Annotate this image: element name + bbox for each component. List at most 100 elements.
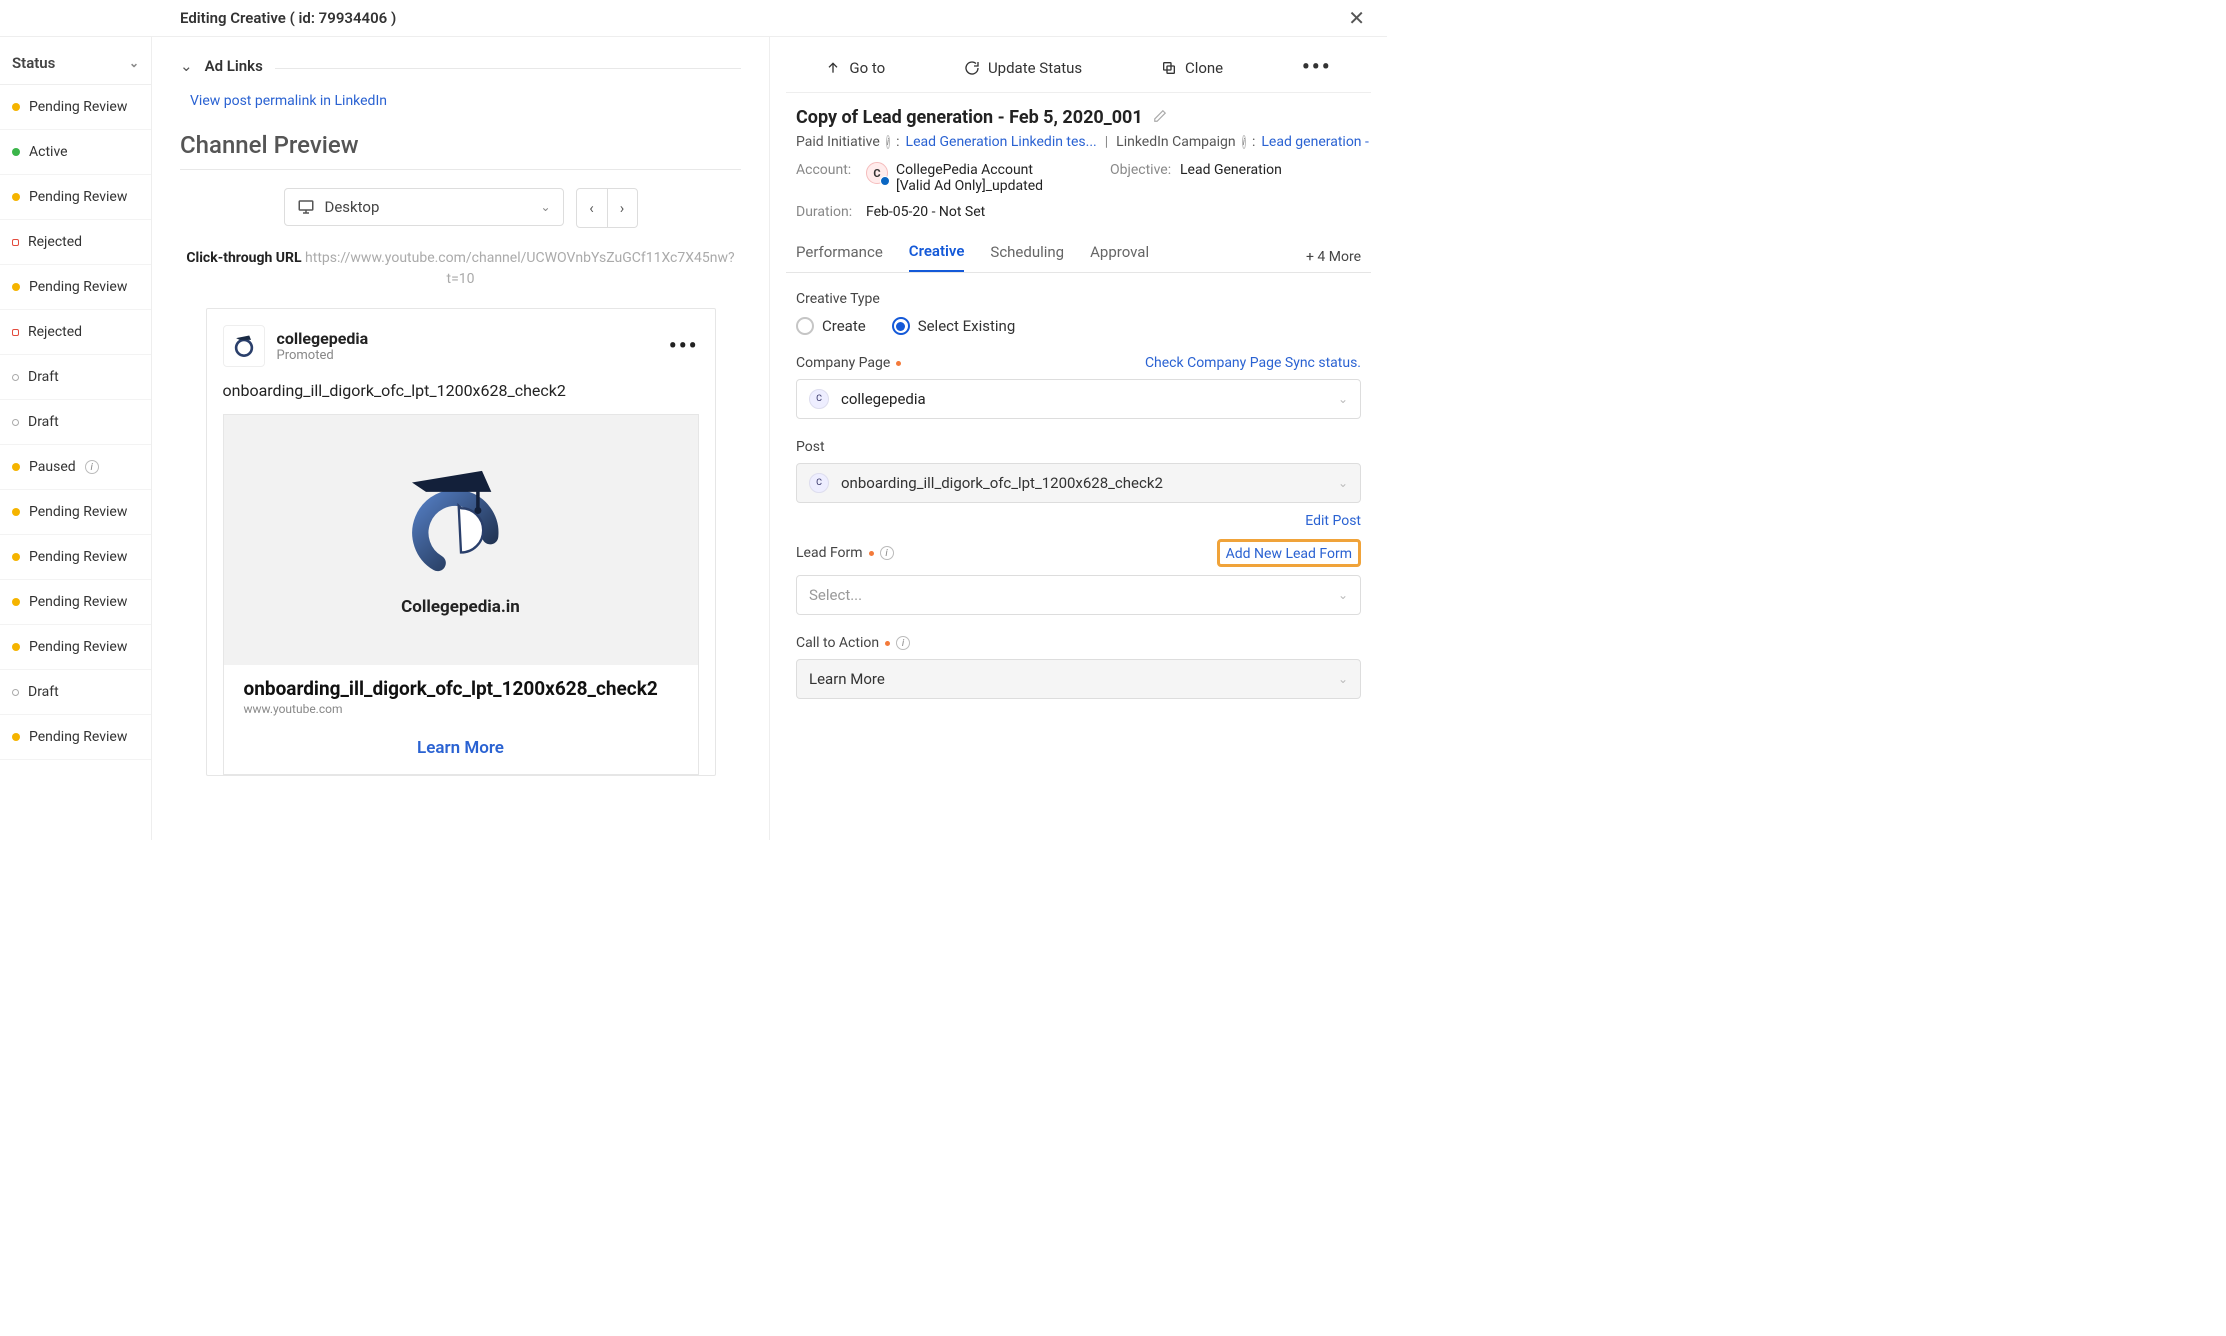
clone-button[interactable]: Clone [1161, 59, 1223, 77]
status-dot-icon [12, 329, 19, 336]
info-icon[interactable]: i [886, 135, 890, 149]
status-row[interactable]: Pending Review [0, 580, 151, 625]
goto-label: Go to [849, 59, 885, 77]
required-dot-icon [869, 551, 874, 556]
tab-creative[interactable]: Creative [909, 242, 965, 272]
chevron-down-icon[interactable]: ⌄ [180, 57, 193, 75]
objective-label: Objective: [1110, 162, 1172, 178]
add-lead-form-link[interactable]: Add New Lead Form [1226, 546, 1352, 562]
device-select-value: Desktop [325, 198, 380, 216]
status-dot-icon [12, 239, 19, 246]
company-page-value: collegepedia [841, 390, 926, 408]
lead-form-select[interactable]: Select... ⌄ [796, 575, 1361, 615]
status-row[interactable]: Draft [0, 355, 151, 400]
status-dot-icon [12, 733, 20, 741]
crumb-link-pi[interactable]: Lead Generation Linkedin tes... [906, 134, 1097, 150]
radio-existing-label: Select Existing [918, 317, 1016, 335]
status-row[interactable]: Pending Review [0, 85, 151, 130]
radio-create[interactable]: Create [796, 317, 866, 335]
info-icon[interactable]: i [85, 460, 99, 474]
prev-button[interactable]: ‹ [577, 189, 607, 227]
info-icon[interactable]: i [880, 546, 894, 560]
edit-post-link[interactable]: Edit Post [1305, 513, 1361, 529]
status-column-header[interactable]: Status ⌄ [0, 37, 151, 85]
status-row[interactable]: Pending Review [0, 625, 151, 670]
status-row[interactable]: Pausedi [0, 445, 151, 490]
required-dot-icon [896, 361, 901, 366]
post-value: onboarding_ill_digork_ofc_lpt_1200x628_c… [841, 474, 1163, 492]
edit-title-icon[interactable] [1153, 109, 1167, 127]
status-dot-icon [12, 419, 19, 426]
tab-approval[interactable]: Approval [1090, 243, 1149, 271]
device-select[interactable]: Desktop ⌄ [284, 188, 564, 226]
tabs-more[interactable]: + 4 More [1306, 249, 1361, 265]
status-row[interactable]: Pending Review [0, 535, 151, 580]
status-dot-icon [12, 103, 20, 111]
post-label: Post [796, 439, 825, 455]
promoted-label: Promoted [277, 348, 369, 363]
page-icon: C [809, 473, 829, 493]
info-icon[interactable]: i [896, 636, 910, 650]
status-label: Rejected [28, 234, 82, 250]
linkedin-badge-icon [880, 176, 890, 186]
status-row[interactable]: Pending Review [0, 265, 151, 310]
radio-select-existing[interactable]: Select Existing [892, 317, 1016, 335]
company-page-select[interactable]: C collegepedia ⌄ [796, 379, 1361, 419]
permalink-link[interactable]: View post permalink in LinkedIn [180, 93, 741, 127]
lead-form-placeholder: Select... [809, 586, 862, 604]
tab-performance[interactable]: Performance [796, 243, 883, 271]
post-card-domain: www.youtube.com [244, 702, 678, 716]
channel-preview-heading: Channel Preview [180, 127, 741, 169]
status-label: Pending Review [29, 279, 127, 295]
status-row[interactable]: Rejected [0, 220, 151, 265]
desktop-icon [297, 198, 315, 216]
account-avatar: C [866, 162, 888, 184]
goto-button[interactable]: Go to [825, 59, 885, 77]
crumb-link-lc[interactable]: Lead generation - Fe... [1261, 134, 1371, 150]
status-row[interactable]: Pending Review [0, 715, 151, 760]
update-status-label: Update Status [988, 59, 1082, 77]
chevron-down-icon: ⌄ [1338, 588, 1348, 602]
tab-scheduling[interactable]: Scheduling [990, 243, 1064, 271]
status-label: Pending Review [29, 504, 127, 520]
post-card-title: onboarding_ill_digork_ofc_lpt_1200x628_c… [244, 677, 678, 700]
info-icon[interactable]: i [1242, 135, 1246, 149]
divider [180, 169, 741, 170]
cta-select[interactable]: Learn More ⌄ [796, 659, 1361, 699]
close-icon[interactable]: ✕ [1348, 6, 1365, 30]
status-row[interactable]: Pending Review [0, 175, 151, 220]
status-row[interactable]: Rejected [0, 310, 151, 355]
update-status-button[interactable]: Update Status [964, 59, 1082, 77]
radio-icon [892, 317, 910, 335]
status-label: Pending Review [29, 594, 127, 610]
breadcrumb: Paid Initiative i : Lead Generation Link… [786, 134, 1371, 162]
duration-value: Feb-05-20 - Not Set [866, 204, 985, 220]
crumb-label-lc: LinkedIn Campaign [1116, 134, 1235, 150]
status-row[interactable]: Draft [0, 400, 151, 445]
status-label: Pending Review [29, 99, 127, 115]
post-cta-button[interactable]: Learn More [224, 722, 698, 774]
add-lead-form-highlight: Add New Lead Form [1217, 539, 1361, 567]
status-row[interactable]: Active [0, 130, 151, 175]
refresh-icon [964, 60, 980, 76]
account-value: CollegePedia Account [Valid Ad Only]_upd… [896, 162, 1066, 194]
status-row[interactable]: Draft [0, 670, 151, 715]
lead-form-label: Lead Form [796, 545, 863, 561]
post-select[interactable]: C onboarding_ill_digork_ofc_lpt_1200x628… [796, 463, 1361, 503]
status-label: Active [29, 144, 68, 160]
clickthrough-url: https://www.youtube.com/channel/UCWOVnbY… [305, 250, 735, 287]
more-actions-icon[interactable]: ••• [1302, 55, 1332, 80]
sync-status-link[interactable]: Check Company Page Sync status. [1145, 355, 1361, 371]
post-menu-icon[interactable]: ••• [669, 334, 699, 359]
status-row[interactable]: Pending Review [0, 490, 151, 535]
status-dot-icon [12, 283, 20, 291]
status-dot-icon [12, 193, 20, 201]
radio-create-label: Create [822, 317, 866, 335]
arrow-up-icon [825, 60, 841, 76]
divider [275, 68, 741, 69]
chevron-down-icon: ⌄ [1338, 392, 1348, 406]
creative-title: Copy of Lead generation - Feb 5, 2020_00… [796, 107, 1143, 128]
next-button[interactable]: › [607, 189, 637, 227]
status-sidebar: Status ⌄ Pending Review Active Pending Rev… [0, 37, 152, 840]
modal-title: Editing Creative ( id: 79934406 ) [180, 9, 396, 27]
